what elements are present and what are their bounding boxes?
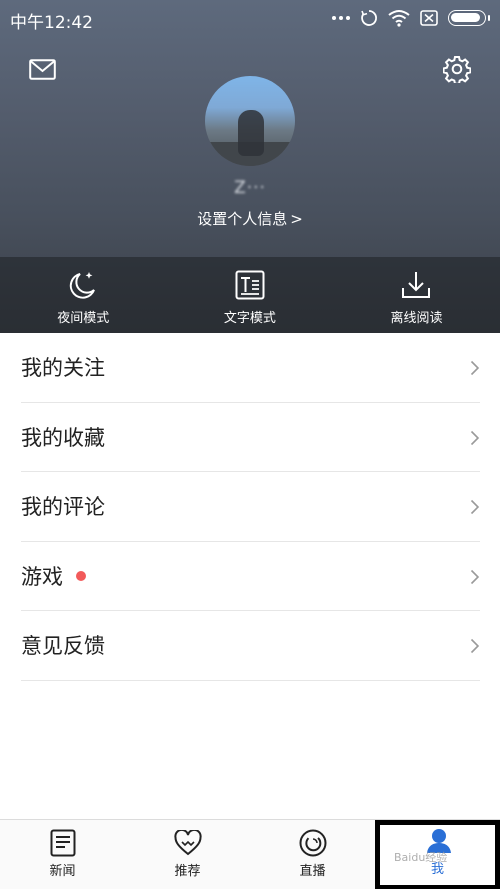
edit-profile-label: 设置个人信息: [197, 210, 288, 228]
username: Z···: [234, 178, 266, 198]
menu-item-following[interactable]: 我的关注: [21, 333, 480, 403]
heart-icon: [173, 830, 202, 856]
moon-icon: [70, 272, 96, 299]
status-time: 中午12:42: [10, 13, 93, 33]
tab-me[interactable]: 我 Baidu经验: [375, 820, 500, 889]
no-sim-icon: [420, 10, 438, 26]
menu-item-favorites[interactable]: 我的收藏: [21, 403, 480, 472]
news-icon: [50, 829, 75, 857]
battery-icon: [448, 10, 486, 26]
edit-profile-link[interactable]: 设置个人信息 >: [150, 208, 350, 229]
chevron-right-icon: [470, 360, 480, 376]
chevron-right-icon: [470, 499, 480, 515]
menu-item-feedback[interactable]: 意见反馈: [21, 611, 480, 681]
menu-item-label: 我的评论: [21, 495, 105, 520]
night-mode-label: 夜间模式: [57, 311, 110, 326]
text-mode-label: 文字模式: [223, 311, 276, 326]
menu-list: 我的关注 我的收藏 我的评论 游戏 意见反馈: [0, 333, 500, 681]
settings-gear-icon[interactable]: [442, 54, 472, 84]
notification-dot: [76, 570, 86, 581]
menu-item-label: 游戏: [21, 564, 63, 589]
wifi-icon: [388, 10, 410, 27]
bottom-nav: 新闻 推荐 直播 我 Baidu经验: [0, 819, 500, 889]
chevron-right-icon: [470, 638, 480, 654]
profile-screen: 中午12:42 Z··· 设置个人信息 > 夜间模式 文字模式 离线阅读 我的关…: [0, 0, 500, 889]
watermark: Baidu经验: [394, 851, 448, 864]
tab-live-label: 直播: [299, 864, 326, 879]
text-mode-icon: [235, 270, 265, 300]
tab-recommend[interactable]: 推荐: [125, 820, 250, 889]
tab-news[interactable]: 新闻: [0, 820, 125, 889]
offline-reading-button[interactable]: 离线阅读: [333, 257, 500, 333]
more-dots-icon: [332, 16, 350, 20]
avatar[interactable]: [205, 76, 295, 166]
menu-item-label: 我的关注: [21, 356, 105, 381]
live-icon: [299, 829, 326, 857]
sync-icon: [361, 10, 377, 26]
tab-live[interactable]: 直播: [250, 820, 375, 889]
menu-item-label: 我的收藏: [21, 425, 105, 450]
menu-item-games[interactable]: 游戏: [21, 542, 480, 611]
chevron-right-icon: [470, 430, 480, 445]
status-icons: [332, 8, 490, 28]
mode-bar: 夜间模式 文字模式 离线阅读: [0, 257, 500, 333]
status-bar: 中午12:42: [0, 0, 500, 36]
night-mode-button[interactable]: 夜间模式: [0, 257, 167, 333]
download-icon: [402, 272, 431, 298]
chevron-right-icon: >: [290, 210, 303, 228]
menu-item-comments[interactable]: 我的评论: [21, 472, 480, 542]
profile-header: 中午12:42 Z··· 设置个人信息 > 夜间模式 文字模式 离线阅读: [0, 0, 500, 333]
tab-news-label: 新闻: [49, 864, 76, 879]
offline-reading-label: 离线阅读: [390, 311, 443, 326]
battery-tip: [488, 15, 490, 21]
menu-item-label: 意见反馈: [21, 634, 105, 659]
tab-recommend-label: 推荐: [174, 864, 201, 879]
chevron-right-icon: [470, 569, 480, 584]
mail-icon[interactable]: [27, 54, 57, 84]
text-mode-button[interactable]: 文字模式: [167, 257, 334, 333]
